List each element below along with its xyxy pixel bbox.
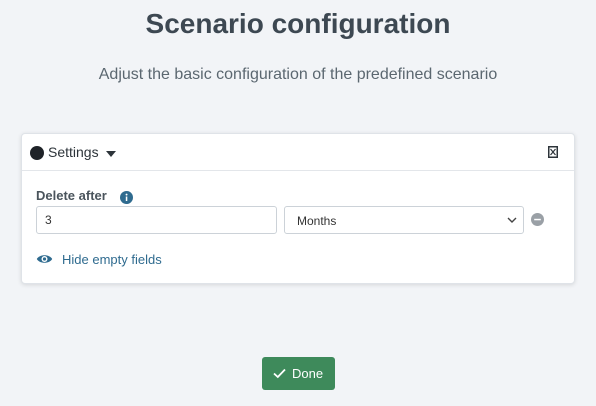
collapse-icon[interactable] — [548, 146, 558, 158]
chevron-down-icon — [507, 217, 517, 223]
info-icon[interactable] — [120, 191, 133, 204]
settings-section-label[interactable]: Settings — [48, 144, 99, 160]
settings-panel: Settings Delete after Months — [21, 133, 575, 284]
settings-panel-header[interactable]: Settings — [22, 134, 574, 171]
eye-icon — [36, 255, 53, 263]
caret-down-icon[interactable] — [106, 151, 116, 157]
unit-select-value: Months — [297, 214, 337, 228]
delete-after-unit-select[interactable]: Months — [284, 206, 524, 234]
done-button-label: Done — [292, 366, 324, 381]
page-title: Scenario configuration — [145, 8, 451, 39]
check-icon — [273, 368, 286, 379]
delete-after-label: Delete after — [36, 188, 107, 203]
section-dot-icon — [30, 146, 44, 160]
hide-empty-fields-label: Hide empty fields — [62, 252, 162, 267]
minus-circle-icon[interactable] — [531, 213, 544, 226]
done-button[interactable]: Done — [262, 357, 335, 390]
delete-after-input[interactable] — [36, 206, 277, 234]
scenario-configuration-page: Scenario configuration Adjust the basic … — [0, 0, 596, 406]
page-subtitle: Adjust the basic configuration of the pr… — [98, 66, 498, 83]
